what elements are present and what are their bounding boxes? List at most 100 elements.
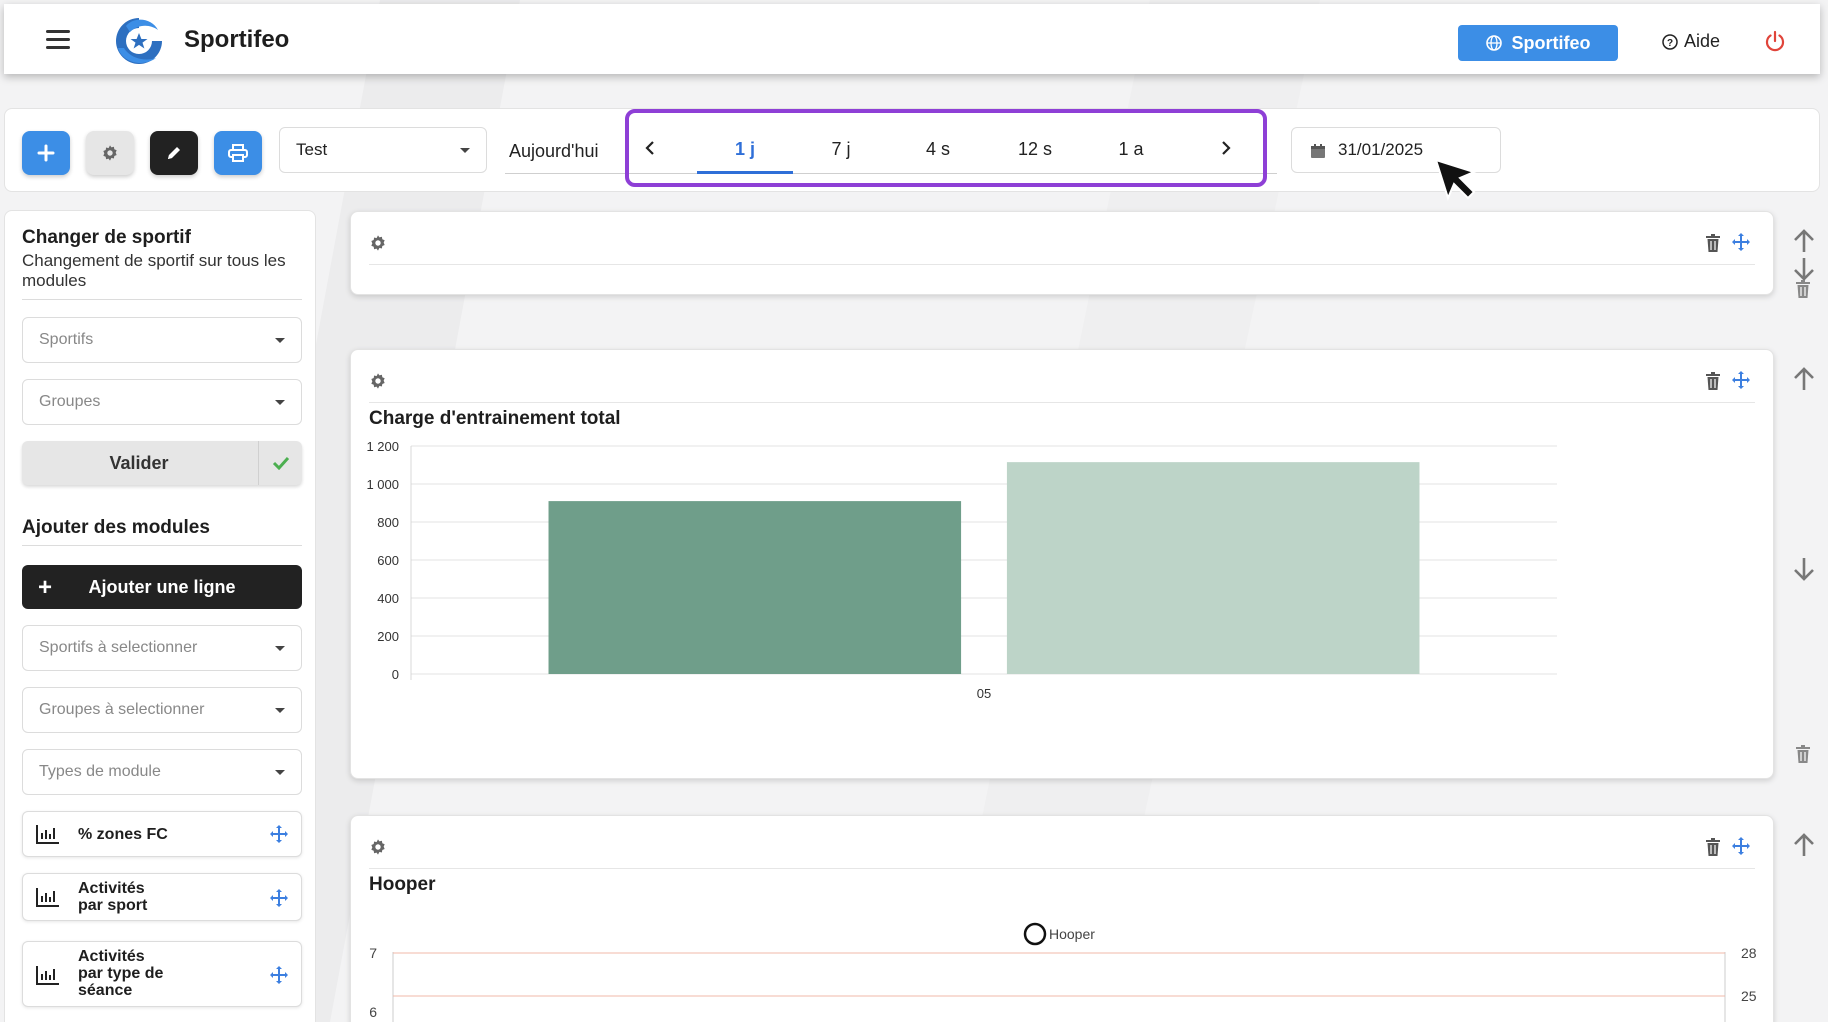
add-line-label: Ajouter une ligne [88,577,236,597]
validate-button[interactable]: Valider [22,441,302,485]
period-12-weeks[interactable]: 12 s [990,139,1080,160]
period-1-day[interactable]: 1 j [700,139,790,160]
module-label: Activités par type de séance [78,948,163,999]
training-load-panel: Charge d'entrainement total 0 200 400 600 80… [350,349,1774,779]
calendar-icon [1311,144,1325,158]
move-icon[interactable] [269,824,289,844]
bar-chart-icon [36,888,59,907]
settings-button[interactable] [86,131,134,175]
validate-label: Valider [109,453,169,473]
edit-button[interactable] [150,131,198,175]
next-period-arrow[interactable] [1217,139,1235,157]
module-card-activities-by-session-type[interactable]: Activités par type de séance [22,941,302,1007]
y-tick-label: 1 000 [366,477,399,492]
plus-icon [37,144,55,162]
divider [369,264,1755,265]
groups-to-select[interactable]: Groupes à selectionner [22,687,302,733]
sportifeo-button[interactable]: Sportifeo [1458,25,1618,61]
module-types-placeholder: Types de module [39,763,161,780]
module-label-line: Activités [78,880,145,897]
move-row-up-arrow[interactable] [1791,228,1817,254]
bar-chart-icon [36,966,59,985]
gear-icon[interactable] [369,234,387,252]
hooper-right-tick: 28 [1741,945,1757,961]
bar [548,501,962,674]
delete-row-trash-icon[interactable] [1794,280,1812,298]
move-row-down-arrow[interactable] [1791,556,1817,582]
hooper-legend-marker[interactable] [1023,922,1047,946]
app-name: Sportifeo [184,26,290,53]
hooper-left-tick: 7 [369,945,377,961]
move-row-up-arrow[interactable] [1791,366,1817,392]
question-icon: ? [1662,33,1678,50]
chevron-down-icon [275,708,285,713]
athletes-to-select-placeholder: Sportifs à selectionner [39,639,198,656]
hooper-chart: Hooper 7 6 28 25 [369,922,1757,1022]
view-select[interactable]: Test [279,127,487,173]
delete-row-trash-icon[interactable] [1794,745,1812,763]
gear-icon [103,145,117,161]
change-athlete-subtitle: Changement de sportif sur tous les modul… [22,251,286,290]
module-card-activities-by-sport[interactable]: Activités par sport [22,873,302,921]
groups-placeholder: Groupes [39,393,101,410]
move-row-down-arrow[interactable] [1791,256,1817,282]
menu-icon[interactable] [46,30,70,50]
chevron-down-icon [275,338,285,343]
athletes-placeholder: Sportifs [39,331,94,348]
module-label: Activités par sport [78,880,147,914]
y-tick-label: 800 [377,515,399,530]
period-4-weeks[interactable]: 4 s [893,139,983,160]
divider [22,299,302,300]
training-load-chart: 0 200 400 600 800 1 000 1 200 05 [366,439,1557,701]
module-label-line: Activités [78,948,145,965]
module-label: % zones FC [78,826,168,843]
sportifeo-logo [116,18,162,64]
move-icon[interactable] [269,888,289,908]
chevron-down-icon [460,148,470,153]
globe-icon [1485,35,1502,51]
hooper-left-tick: 6 [369,1004,377,1020]
toolbar: Test Aujourd'hui 1 j 7 j 4 s 12 s 1 a 31… [4,108,1820,192]
period-7-days[interactable]: 7 j [796,139,886,160]
previous-period-arrow[interactable] [641,139,659,157]
chevron-down-icon [275,646,285,651]
today-button[interactable]: Aujourd'hui [509,141,599,162]
print-icon [228,144,248,162]
svg-text:?: ? [1667,38,1673,49]
chevron-down-icon [275,400,285,405]
add-line-button[interactable]: + Ajouter une ligne [22,565,302,609]
add-modules-title: Ajouter des modules [22,517,210,538]
add-button[interactable] [22,131,70,175]
module-label-line: par type de [78,965,164,982]
bar-chart-icon [36,825,59,844]
module-card-hr-zones[interactable]: % zones FC [22,811,302,857]
hooper-right-tick: 25 [1741,988,1757,1004]
trash-icon[interactable] [1705,234,1721,252]
check-icon [258,441,302,485]
divider [22,545,302,546]
help-link[interactable]: ? Aide [1662,31,1720,52]
module-label-line: par sport [78,897,148,914]
print-button[interactable] [214,131,262,175]
athletes-to-select[interactable]: Sportifs à selectionner [22,625,302,671]
module-types-select[interactable]: Types de module [22,749,302,795]
view-select-value: Test [296,140,328,159]
groups-select[interactable]: Groupes [22,379,302,425]
change-athlete-title: Changer de sportif [22,227,191,248]
hooper-legend-label: Hooper [1049,926,1095,942]
empty-module-panel [350,211,1774,295]
y-tick-label: 200 [377,629,399,644]
groups-to-select-placeholder: Groupes à selectionner [39,701,205,718]
move-icon[interactable] [269,965,289,985]
y-tick-label: 400 [377,591,399,606]
power-icon[interactable] [1764,30,1786,52]
athletes-select[interactable]: Sportifs [22,317,302,363]
y-tick-label: 600 [377,553,399,568]
hooper-panel: Hooper Hooper 7 6 28 25 [350,815,1774,1022]
period-1-year[interactable]: 1 a [1086,139,1176,160]
move-icon[interactable] [1731,232,1751,252]
move-row-up-arrow[interactable] [1791,832,1817,858]
y-tick-label: 1 200 [366,439,399,454]
y-tick-label: 0 [392,667,399,682]
module-label-line: séance [78,982,133,999]
